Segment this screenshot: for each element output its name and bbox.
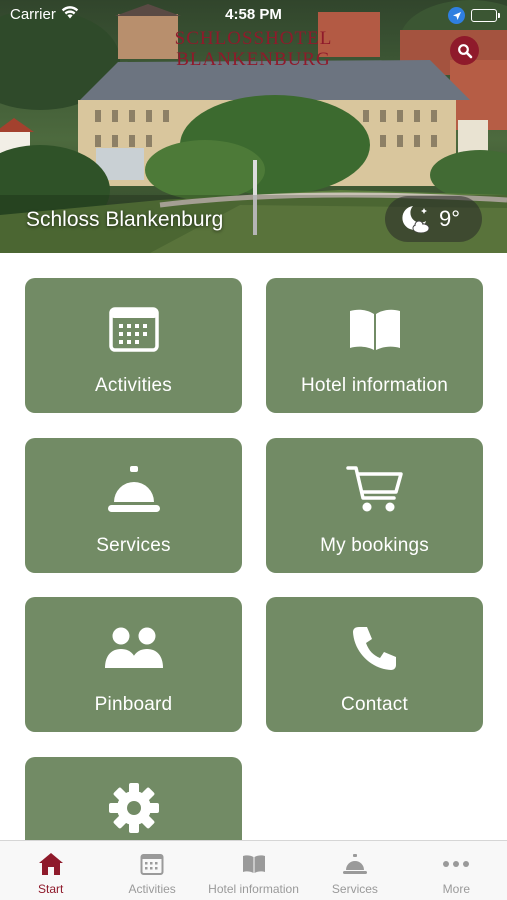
status-time: 4:58 PM: [225, 6, 282, 23]
logo-line-1: SCHLOSSHOTEL: [174, 28, 333, 49]
moon-cloud-icon: [402, 206, 430, 233]
status-indicators: [448, 7, 500, 24]
search-button[interactable]: [450, 36, 479, 65]
phone-icon: [351, 621, 399, 675]
service-bell-icon: [106, 462, 162, 516]
tab-start[interactable]: Start: [0, 841, 101, 900]
tab-label: Start: [38, 882, 64, 896]
logo-line-2: BLANKENBURG: [176, 49, 331, 70]
location-arrow-icon: [448, 7, 465, 24]
tile-contact[interactable]: Contact: [266, 597, 483, 732]
book-icon: [348, 302, 402, 356]
hotel-logo: SCHLOSSHOTEL BLANKENBURG: [0, 28, 507, 70]
tile-label: Activities: [95, 375, 172, 396]
book-icon: [242, 851, 266, 877]
tab-label: More: [442, 882, 470, 896]
tab-services[interactable]: Services: [304, 841, 405, 900]
tab-bar: Start Activities Hotel information Servi…: [0, 840, 507, 900]
tile-label: Pinboard: [94, 694, 173, 715]
service-bell-icon: [342, 851, 368, 877]
tile-my-bookings[interactable]: My bookings: [266, 438, 483, 573]
tile-label: My bookings: [320, 535, 429, 556]
temperature: 9°: [439, 206, 461, 231]
status-bar: Carrier 4:58 PM: [0, 0, 507, 28]
tab-label: Services: [331, 882, 378, 896]
weather-badge[interactable]: 9°: [385, 196, 482, 242]
tile-label: Hotel information: [300, 375, 449, 396]
more-icon: [442, 851, 470, 877]
shopping-cart-icon: [345, 462, 404, 516]
tab-label: Hotel information: [208, 882, 299, 896]
home-icon: [38, 851, 64, 877]
calendar-icon: [108, 302, 160, 356]
tab-hotel-information[interactable]: Hotel information: [203, 841, 304, 900]
gear-icon: [107, 781, 161, 835]
header-hero: Carrier 4:58 PM SCHLOSSHOTEL BLANKENBURG: [0, 0, 507, 253]
tile-activities[interactable]: Activities: [25, 278, 242, 413]
battery-icon: [471, 9, 500, 22]
tab-more[interactable]: More: [406, 841, 507, 900]
tile-hotel-information[interactable]: Hotel information: [266, 278, 483, 413]
tab-label: Activities: [128, 882, 176, 896]
tile-services[interactable]: Services: [25, 438, 242, 573]
tab-activities[interactable]: Activities: [101, 841, 202, 900]
search-icon: [457, 43, 472, 58]
calendar-icon: [140, 851, 164, 877]
tile-label: Services: [96, 535, 171, 556]
tile-pinboard[interactable]: Pinboard: [25, 597, 242, 732]
people-icon: [102, 621, 166, 675]
tile-label: Contact: [341, 694, 408, 715]
hotel-name: Schloss Blankenburg: [26, 208, 224, 231]
